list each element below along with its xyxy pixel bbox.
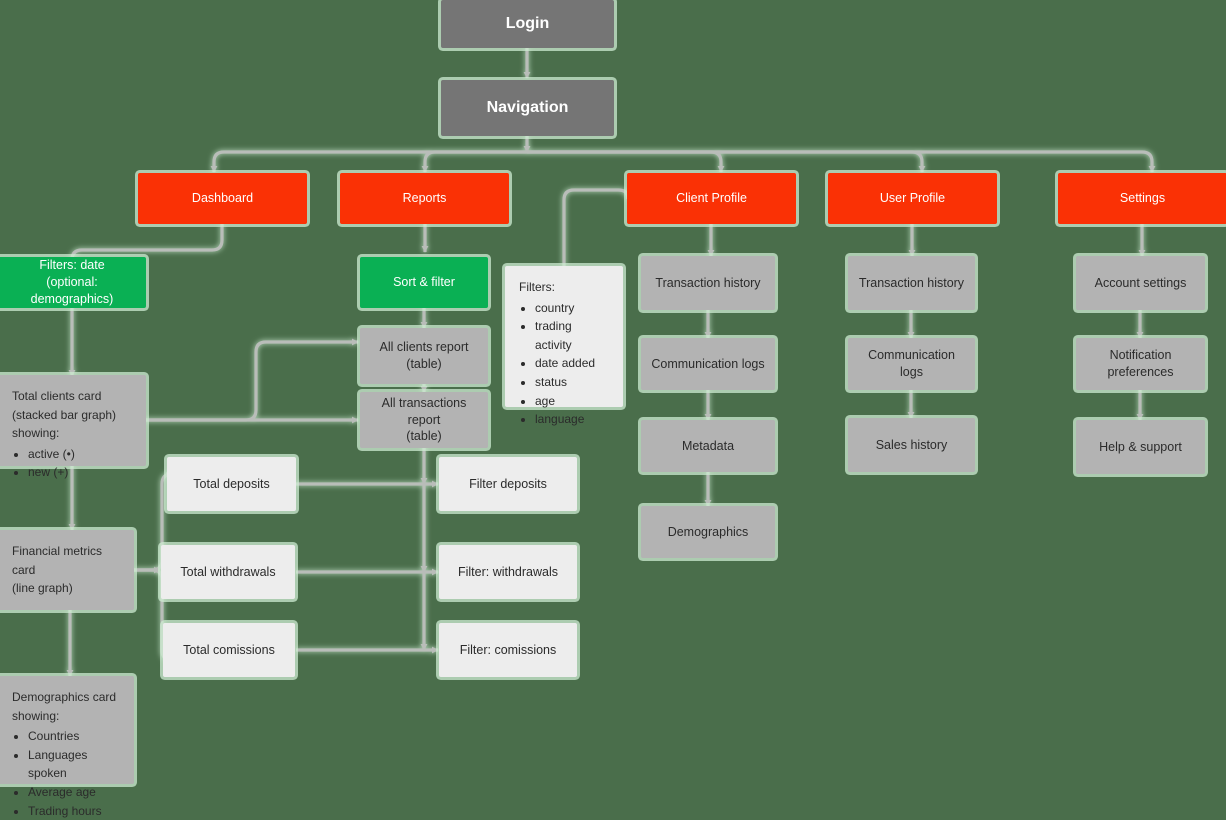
node-login[interactable]: Login xyxy=(441,0,614,48)
node-user-profile-label: User Profile xyxy=(879,191,946,206)
node-client-transaction-history[interactable]: Transaction history xyxy=(641,256,775,310)
node-user-communication-logs-label: Communication logs xyxy=(868,348,955,379)
node-client-transaction-history-label: Transaction history xyxy=(655,275,761,290)
node-filters-list-items: country trading activity date added stat… xyxy=(519,299,609,429)
list-item: Countries xyxy=(28,727,120,746)
node-all-transactions-report-label: All transactions report (table) xyxy=(381,395,467,444)
node-sort-filter-label: Sort & filter xyxy=(393,275,455,290)
node-total-deposits[interactable]: Total deposits xyxy=(167,457,296,511)
node-total-clients-card-heading: Total clients card (stacked bar graph) s… xyxy=(12,389,117,441)
node-filters-list[interactable]: Filters: country trading activity date a… xyxy=(505,266,623,426)
node-navigation[interactable]: Navigation xyxy=(441,80,614,136)
node-user-sales-history-label: Sales history xyxy=(875,437,948,452)
node-filter-deposits[interactable]: Filter deposits xyxy=(439,457,577,511)
node-demographics-card-heading: Demographics card showing: xyxy=(12,690,117,723)
node-filter-withdrawals[interactable]: Filter: withdrawals xyxy=(439,545,577,599)
node-navigation-label: Navigation xyxy=(486,99,569,117)
list-item: Languages spoken xyxy=(28,746,120,783)
node-notification-preferences[interactable]: Notification preferences xyxy=(1076,338,1205,390)
node-total-deposits-label: Total deposits xyxy=(193,476,270,491)
node-financial-metrics-card[interactable]: Financial metrics card (line graph) xyxy=(0,530,134,610)
node-help-support-label: Help & support xyxy=(1099,439,1182,454)
node-user-transaction-history-label: Transaction history xyxy=(858,275,965,290)
node-client-metadata[interactable]: Metadata xyxy=(641,420,775,472)
diagram-canvas: Login Navigation Dashboard Reports Clien… xyxy=(0,0,1226,818)
list-item: new (+) xyxy=(28,463,132,482)
node-filters-list-heading: Filters: xyxy=(519,280,555,294)
node-settings[interactable]: Settings xyxy=(1058,173,1226,224)
list-item: active (•) xyxy=(28,445,132,464)
node-client-communication-logs-label: Communication logs xyxy=(651,356,765,371)
node-filters-date[interactable]: Filters: date (optional: demographics) xyxy=(0,257,146,308)
node-financial-metrics-card-label: Financial metrics card (line graph) xyxy=(12,544,103,596)
node-account-settings-label: Account settings xyxy=(1094,275,1187,290)
list-item: language xyxy=(535,410,609,429)
node-notification-preferences-label: Notification preferences xyxy=(1107,348,1174,379)
node-total-withdrawals-label: Total withdrawals xyxy=(180,564,276,579)
node-client-demographics[interactable]: Demographics xyxy=(641,506,775,558)
node-client-metadata-label: Metadata xyxy=(681,438,735,453)
list-item: Average age xyxy=(28,783,120,802)
node-settings-label: Settings xyxy=(1119,191,1166,206)
node-user-profile[interactable]: User Profile xyxy=(828,173,997,224)
node-total-clients-card-list: active (•) new (+) xyxy=(12,445,132,482)
node-dashboard[interactable]: Dashboard xyxy=(138,173,307,224)
node-user-communication-logs[interactable]: Communication logs xyxy=(848,338,975,390)
node-account-settings[interactable]: Account settings xyxy=(1076,256,1205,310)
node-demographics-card[interactable]: Demographics card showing: Countries Lan… xyxy=(0,676,134,818)
list-item: trading activity xyxy=(535,317,609,354)
node-filter-deposits-label: Filter deposits xyxy=(469,476,547,491)
node-dashboard-label: Dashboard xyxy=(191,191,254,206)
node-total-withdrawals[interactable]: Total withdrawals xyxy=(161,545,295,599)
node-reports[interactable]: Reports xyxy=(340,173,509,224)
node-login-label: Login xyxy=(505,15,550,33)
node-sort-filter[interactable]: Sort & filter xyxy=(360,257,488,308)
node-filter-withdrawals-label: Filter: withdrawals xyxy=(457,564,559,579)
list-item: Trading hours xyxy=(28,802,120,820)
list-item: status xyxy=(535,373,609,392)
node-reports-label: Reports xyxy=(402,191,447,206)
node-client-communication-logs[interactable]: Communication logs xyxy=(641,338,775,390)
node-total-clients-card[interactable]: Total clients card (stacked bar graph) s… xyxy=(0,375,146,479)
list-item: country xyxy=(535,299,609,318)
node-user-sales-history[interactable]: Sales history xyxy=(848,418,975,472)
list-item: date added xyxy=(535,354,609,373)
node-filter-comissions-label: Filter: comissions xyxy=(459,642,557,657)
node-all-clients-report-label: All clients report (table) xyxy=(379,340,469,371)
node-client-demographics-label: Demographics xyxy=(667,524,749,539)
node-filters-date-label: Filters: date (optional: demographics) xyxy=(30,258,114,306)
node-all-clients-report[interactable]: All clients report (table) xyxy=(360,328,488,384)
node-filter-comissions[interactable]: Filter: comissions xyxy=(439,623,577,677)
node-all-transactions-report[interactable]: All transactions report (table) xyxy=(360,392,488,448)
node-demographics-card-list: Countries Languages spoken Average age T… xyxy=(12,727,120,820)
node-total-comissions-label: Total comissions xyxy=(183,642,275,657)
node-client-profile-label: Client Profile xyxy=(676,191,747,206)
list-item: age xyxy=(535,392,609,411)
node-user-transaction-history[interactable]: Transaction history xyxy=(848,256,975,310)
node-client-profile[interactable]: Client Profile xyxy=(627,173,796,224)
node-total-comissions[interactable]: Total comissions xyxy=(163,623,295,677)
node-help-support[interactable]: Help & support xyxy=(1076,420,1205,474)
